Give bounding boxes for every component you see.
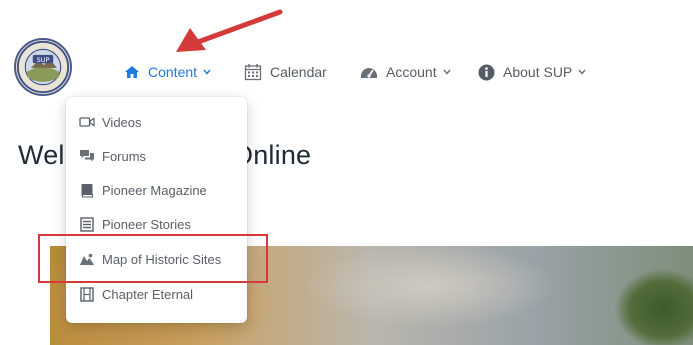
chevron-down-icon xyxy=(578,69,586,75)
home-icon xyxy=(124,65,140,79)
menu-item-label: Forums xyxy=(102,148,147,164)
nav-calendar[interactable]: Calendar xyxy=(244,62,327,82)
sup-logo[interactable]: SUP xyxy=(14,38,72,96)
menu-item-chapter-eternal[interactable]: Chapter Eternal xyxy=(78,284,193,304)
seal-icon: SUP xyxy=(16,40,70,94)
page-title-start: Wel xyxy=(18,140,65,170)
svg-text:SUP: SUP xyxy=(37,56,50,64)
annotation-arrow-icon xyxy=(176,9,283,52)
nav-calendar-label: Calendar xyxy=(270,64,327,80)
calendar-icon xyxy=(244,63,262,81)
menu-item-forums[interactable]: Forums xyxy=(78,146,146,166)
menu-item-pioneer-magazine[interactable]: Pioneer Magazine xyxy=(78,180,207,200)
nav-account[interactable]: Account xyxy=(360,62,451,82)
menu-item-label: Pioneer Magazine xyxy=(102,182,207,198)
menu-item-label: Videos xyxy=(102,114,142,130)
chevron-down-icon xyxy=(203,69,211,75)
menu-item-map-of-historic-sites[interactable]: Map of Historic Sites xyxy=(78,249,221,269)
nav-about-label: About SUP xyxy=(503,64,573,80)
info-circle-icon xyxy=(478,64,495,81)
menu-item-pioneer-stories[interactable]: Pioneer Stories xyxy=(78,214,191,234)
menu-item-label: Pioneer Stories xyxy=(102,216,191,232)
comments-icon xyxy=(78,149,96,163)
tachometer-icon xyxy=(360,64,378,80)
menu-item-videos[interactable]: Videos xyxy=(78,112,142,132)
nav-about[interactable]: About SUP xyxy=(478,62,586,82)
nav-account-label: Account xyxy=(386,64,437,80)
book-icon xyxy=(78,183,96,198)
top-navbar: SUP Content Calendar Account About SUP xyxy=(0,0,693,112)
tree-foliage xyxy=(603,264,693,345)
nav-content[interactable]: Content xyxy=(124,62,211,82)
film-icon xyxy=(78,286,96,302)
menu-item-label: Chapter Eternal xyxy=(102,286,194,302)
list-icon xyxy=(78,216,96,232)
map-icon xyxy=(78,253,96,266)
video-icon xyxy=(78,116,96,128)
content-dropdown-menu: Videos Forums Pioneer Magazine Pioneer S… xyxy=(66,97,247,323)
menu-item-label: Map of Historic Sites xyxy=(102,251,222,267)
nav-content-label: Content xyxy=(148,64,198,80)
chevron-down-icon xyxy=(443,69,451,75)
